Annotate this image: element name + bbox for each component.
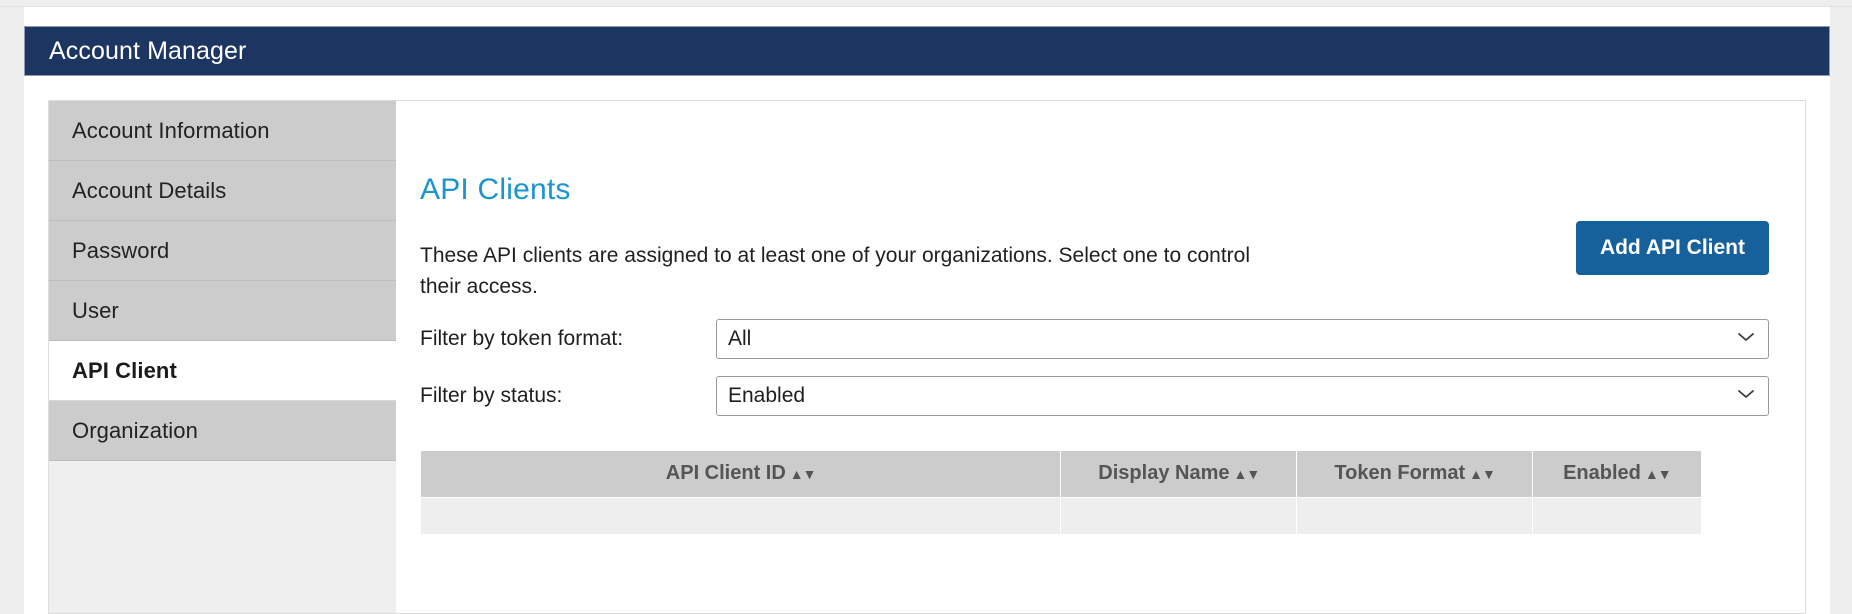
sidebar-item-api-client[interactable]: API Client	[49, 341, 396, 401]
table-body	[419, 496, 1769, 535]
add-api-client-button[interactable]: Add API Client	[1575, 221, 1769, 275]
sort-arrows-icon[interactable]: ▲▼	[790, 466, 817, 482]
column-header-label: Display Name	[1098, 462, 1230, 485]
api-clients-table: API Client ID ▲▼ Display Name ▲▼ Token For…	[419, 451, 1769, 535]
column-header-token-format[interactable]: Token Format ▲▼	[1296, 451, 1534, 498]
sort-arrows-icon[interactable]: ▲▼	[1645, 466, 1672, 482]
sidebar-item-label: API Client	[72, 357, 177, 383]
sidebar-item-organization[interactable]: Organization	[49, 401, 396, 461]
sidebar-item-list: Account Information Account Details Pass…	[49, 101, 396, 601]
sidebar-item-label: Account Information	[72, 117, 270, 143]
sort-arrows-icon[interactable]: ▲▼	[1469, 466, 1496, 482]
filter-status-select[interactable]: Enabled	[716, 376, 1769, 416]
table-cell-api-client-id	[419, 496, 1062, 535]
table-cell-enabled	[1532, 496, 1702, 535]
sidebar-item-user[interactable]: User	[49, 281, 396, 341]
filter-row-token-format: Filter by token format: All	[420, 319, 1769, 359]
column-header-label: Token Format	[1334, 462, 1466, 485]
filter-status-label: Filter by status:	[420, 384, 563, 407]
table-row[interactable]	[419, 496, 1769, 535]
column-header-display-name[interactable]: Display Name ▲▼	[1060, 451, 1298, 498]
filter-row-status: Filter by status: Enabled	[420, 376, 1769, 416]
account-manager-window: Account Manager Account Information Acco…	[24, 7, 1830, 614]
table-header: API Client ID ▲▼ Display Name ▲▼ Token For…	[419, 451, 1769, 498]
browser-viewport: Account Manager Account Information Acco…	[0, 0, 1852, 614]
table-cell-display-name	[1060, 496, 1298, 535]
filter-status-select-wrapper: Enabled	[716, 376, 1769, 416]
page-title: API Clients	[420, 173, 571, 207]
column-header-label: Enabled	[1563, 462, 1641, 485]
sort-arrows-icon[interactable]: ▲▼	[1233, 466, 1260, 482]
column-header-api-client-id[interactable]: API Client ID ▲▼	[419, 451, 1062, 498]
filter-status-value: Enabled	[728, 384, 806, 407]
page-top-strip	[0, 0, 1852, 7]
filter-token-format-select[interactable]: All	[716, 319, 1769, 359]
column-header-label: API Client ID	[665, 462, 786, 485]
sidebar-item-label: User	[72, 297, 119, 323]
sidebar-item-password[interactable]: Password	[49, 221, 396, 281]
filter-token-format-value: All	[728, 327, 752, 350]
column-header-spacer	[1701, 451, 1769, 497]
sidebar-item-account-details[interactable]: Account Details	[49, 161, 396, 221]
sidebar-empty-space	[49, 461, 396, 601]
description-and-action-row: These API clients are assigned to at lea…	[420, 219, 1781, 323]
content-card: Account Information Account Details Pass…	[48, 100, 1806, 614]
table-cell-spacer	[1701, 497, 1769, 534]
column-header-enabled[interactable]: Enabled ▲▼	[1532, 451, 1702, 498]
sidebar-item-label: Organization	[72, 417, 198, 443]
filter-token-format-label: Filter by token format:	[420, 327, 624, 350]
table-cell-token-format	[1296, 496, 1534, 535]
table-header-row: API Client ID ▲▼ Display Name ▲▼ Token For…	[419, 451, 1769, 498]
app-header-bar: Account Manager	[24, 26, 1830, 76]
page-description: These API clients are assigned to at lea…	[420, 244, 1250, 298]
sidebar-item-account-information[interactable]: Account Information	[49, 101, 396, 161]
main-content-panel: API Clients These API clients are assign…	[396, 101, 1805, 613]
sidebar-nav: Account Information Account Details Pass…	[49, 101, 396, 613]
sidebar-item-label: Account Details	[72, 177, 227, 203]
app-header-title: Account Manager	[49, 36, 247, 65]
sidebar-item-label: Password	[72, 237, 170, 263]
filter-token-format-select-wrapper: All	[716, 319, 1769, 359]
api-clients-table-container: API Client ID ▲▼ Display Name ▲▼ Token For…	[419, 451, 1769, 613]
